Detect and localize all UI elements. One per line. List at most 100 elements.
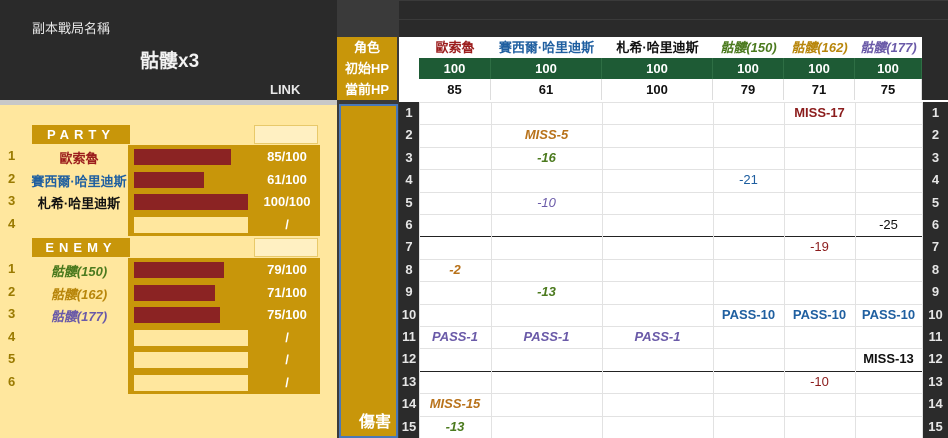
damage-entry[interactable]: -25: [855, 214, 922, 236]
hp-text: /: [254, 348, 320, 372]
damage-label-cell: [339, 104, 398, 438]
column-init-hp: 100: [855, 58, 922, 79]
row-number-left: 8: [405, 261, 413, 277]
instance-label: 副本戰局名稱: [32, 21, 111, 36]
section-header-pad: [254, 238, 318, 257]
damage-entry[interactable]: MISS-5: [491, 124, 602, 146]
row-number-left: 15: [401, 418, 417, 434]
member-name[interactable]: 札希·哈里迪斯: [26, 193, 132, 212]
damage-entry[interactable]: PASS-10: [784, 304, 855, 326]
member-index: 2: [8, 283, 16, 299]
damage-entry[interactable]: PASS-1: [491, 326, 602, 348]
hp-bar: [128, 167, 254, 191]
grid-row-line: [419, 258, 923, 260]
hp-bar: [128, 371, 254, 394]
damage-entry[interactable]: -13: [491, 281, 602, 303]
section-header: PARTY: [32, 125, 130, 144]
role-row-label: 角色: [353, 40, 380, 55]
hp-text: /: [254, 325, 320, 349]
member-name[interactable]: 骷髏(150): [26, 261, 132, 280]
damage-entry[interactable]: PASS-1: [602, 326, 713, 348]
column-init-hp: 100: [419, 58, 491, 79]
column-init-hp: 100: [713, 58, 784, 79]
damage-entry[interactable]: -19: [784, 236, 855, 258]
damage-entry[interactable]: -16: [491, 147, 602, 169]
hp-bar-fill: [134, 262, 224, 278]
row-number-right: 1: [931, 105, 940, 120]
damage-entry[interactable]: MISS-15: [419, 393, 491, 415]
hp-bar: [128, 303, 254, 327]
hp-bar: [128, 258, 254, 281]
damage-entry[interactable]: -10: [491, 192, 602, 214]
damage-entry[interactable]: PASS-10: [855, 304, 922, 326]
member-index: 3: [8, 306, 16, 322]
column-header-name[interactable]: 骷髏(162): [784, 37, 855, 58]
member-index: 4: [8, 215, 16, 231]
row-number-left: 11: [402, 329, 416, 344]
row-number-left: 13: [401, 373, 417, 389]
member-index: 1: [8, 261, 16, 276]
hp-bar-empty: [134, 216, 248, 233]
member-name[interactable]: 歐索魯: [26, 148, 132, 167]
damage-entry[interactable]: -13: [419, 416, 491, 438]
column-init-hp: 100: [602, 58, 713, 79]
hp-bar: [128, 280, 254, 304]
hp-text: 75/100: [254, 303, 320, 327]
hp-bar-empty: [134, 329, 248, 346]
column-header-name[interactable]: 歐索魯: [419, 37, 491, 58]
damage-entry[interactable]: PASS-1: [419, 326, 491, 348]
member-index: 1: [8, 148, 16, 163]
column-header-name[interactable]: 骷髏(177): [855, 37, 922, 58]
member-name[interactable]: 骷髏(177): [26, 306, 132, 325]
member-index: 2: [8, 170, 16, 186]
instance-name[interactable]: 骷髏x3: [140, 46, 199, 73]
row-number-left: 4: [405, 172, 413, 188]
link-label[interactable]: LINK: [270, 82, 300, 97]
hp-text: /: [254, 212, 320, 236]
right-edge-block: [922, 37, 948, 100]
hp-text: 61/100: [254, 167, 320, 191]
grid-row-line: [419, 415, 923, 417]
damage-entry[interactable]: -21: [713, 169, 784, 191]
cur-hp-row-label: 當前HP: [344, 82, 390, 97]
hp-bar-fill: [134, 171, 204, 188]
row-number-left: 12: [401, 351, 417, 367]
member-index: 6: [8, 374, 16, 389]
hp-text: 85/100: [254, 145, 320, 168]
damage-entry[interactable]: -10: [784, 371, 855, 393]
damage-entry[interactable]: -2: [419, 259, 491, 281]
hp-bar-fill: [134, 149, 231, 165]
row-number-right: 5: [931, 194, 940, 210]
member-name[interactable]: 骷髏(162): [26, 284, 132, 303]
damage-entry[interactable]: MISS-17: [784, 102, 855, 124]
row-number-right: 10: [928, 306, 943, 322]
grid-col-line: [713, 102, 714, 438]
grid-row-line: [419, 169, 923, 171]
column-header-name[interactable]: 札希·哈里迪斯: [602, 37, 713, 58]
hp-bar: [128, 190, 254, 214]
row-number-left: 2: [405, 127, 413, 143]
row-number-left: 6: [405, 217, 413, 232]
grid-col-line: [419, 102, 420, 438]
damage-entry[interactable]: MISS-13: [855, 348, 922, 370]
damage-label: 傷害: [359, 414, 392, 431]
hp-bar: [128, 348, 254, 372]
hp-bar-empty: [134, 352, 248, 369]
member-name[interactable]: 賽西爾·哈里迪斯: [26, 171, 132, 190]
hp-bar: [128, 145, 254, 168]
row-number-right: 2: [931, 127, 940, 143]
row-number-right: 12: [928, 351, 943, 367]
row-number-right: 11: [928, 329, 943, 344]
top-gridlines: [399, 0, 948, 37]
instance-header: 副本戰局名稱 骷髏x3 LINK: [0, 0, 337, 100]
member-index: 4: [8, 328, 16, 344]
grid-row-line: [419, 348, 923, 350]
column-header-name[interactable]: 骷髏(150): [713, 37, 784, 58]
hp-bar-fill: [134, 194, 248, 211]
hp-text: 100/100: [254, 190, 320, 214]
damage-entry[interactable]: PASS-10: [713, 304, 784, 326]
row-number-left: 5: [405, 194, 413, 210]
row-number-right: 3: [931, 149, 940, 165]
grid-row-line: [419, 393, 923, 395]
column-header-name[interactable]: 賽西爾·哈里迪斯: [491, 37, 602, 58]
